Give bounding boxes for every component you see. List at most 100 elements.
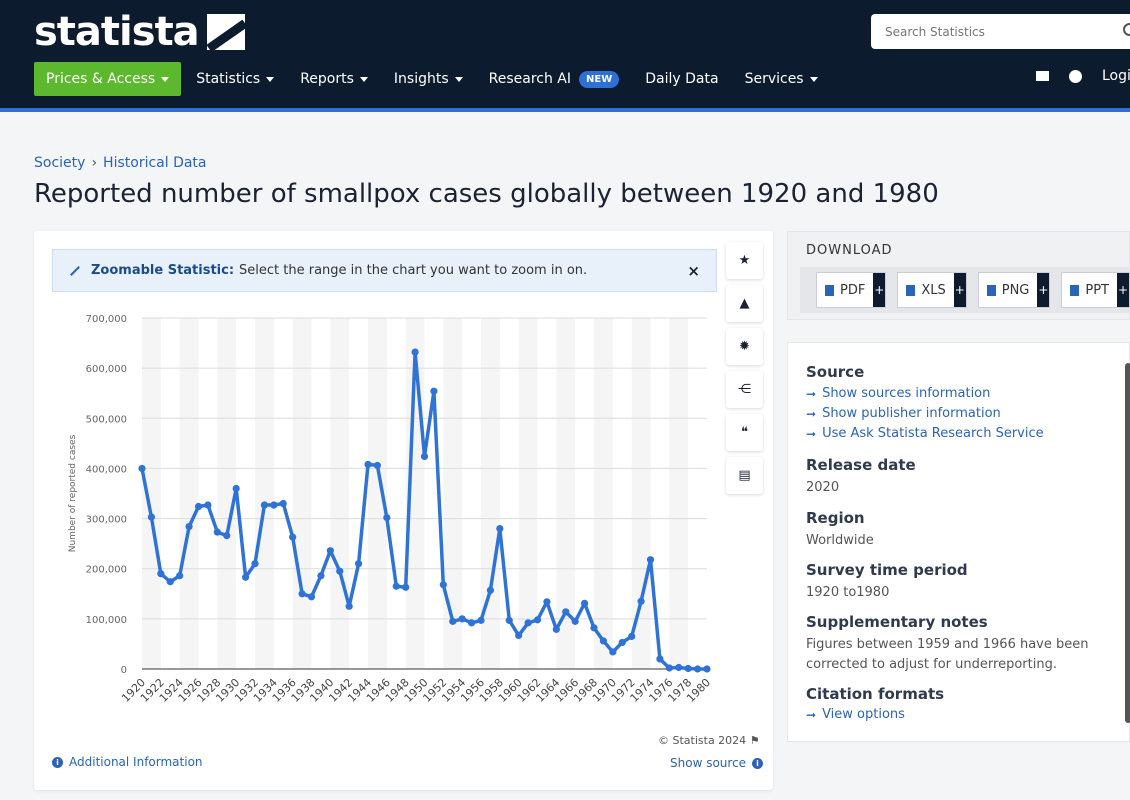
bell-icon[interactable]: ▲ bbox=[726, 285, 763, 322]
download-ppt-button[interactable]: PPT + bbox=[1061, 272, 1130, 308]
download-title: DOWNLOAD bbox=[806, 243, 893, 258]
print-icon[interactable]: ▤ bbox=[726, 457, 763, 494]
nav-label: Insights bbox=[393, 71, 449, 87]
data-point bbox=[533, 616, 542, 624]
nav-label: Prices & Access bbox=[46, 71, 156, 87]
data-point bbox=[496, 525, 504, 533]
flag-icon[interactable]: ⚑ bbox=[750, 734, 760, 747]
zoom-banner-text: Select the range in the chart you want t… bbox=[239, 263, 588, 278]
nav-insights[interactable]: Insights bbox=[381, 62, 476, 96]
grid-band bbox=[217, 318, 237, 669]
scrollbar[interactable] bbox=[1125, 363, 1130, 723]
nav-prices-access[interactable]: Prices & Access bbox=[34, 62, 182, 96]
xls-label: XLS bbox=[921, 282, 946, 298]
plus-icon[interactable]: + bbox=[953, 273, 966, 307]
close-icon[interactable]: × bbox=[687, 262, 700, 280]
nav-research-ai[interactable]: Research AI NEW bbox=[476, 62, 633, 96]
login-link[interactable]: Login bbox=[1102, 68, 1130, 84]
data-point bbox=[693, 665, 702, 673]
chevron-down-icon bbox=[359, 76, 368, 82]
download-xls-button[interactable]: XLS + bbox=[897, 272, 967, 308]
grid-band bbox=[255, 318, 274, 669]
mail-icon[interactable] bbox=[1036, 71, 1049, 81]
y-tick-label: 600,000 bbox=[86, 364, 127, 375]
nav-daily-data[interactable]: Daily Data bbox=[632, 62, 731, 96]
gear-icon[interactable]: ✹ bbox=[726, 328, 763, 365]
additional-information-link[interactable]: i Additional Information bbox=[52, 755, 203, 769]
quote-icon[interactable]: ❝ bbox=[726, 414, 763, 451]
plus-icon[interactable]: + bbox=[1117, 273, 1129, 307]
search-box[interactable] bbox=[871, 14, 1130, 49]
download-png-button[interactable]: PNG + bbox=[977, 272, 1051, 308]
link-label: View options bbox=[822, 707, 905, 722]
data-point bbox=[430, 387, 438, 395]
release-date-title: Release date bbox=[806, 456, 916, 474]
data-point bbox=[185, 522, 193, 531]
grid-band bbox=[518, 318, 538, 669]
data-point bbox=[675, 663, 683, 672]
show-publisher-link[interactable]: ➞ Show publisher information bbox=[806, 406, 1001, 421]
globe-icon[interactable] bbox=[1069, 69, 1082, 83]
data-point bbox=[298, 590, 306, 598]
arrow-right-icon: ➞ bbox=[806, 406, 817, 421]
data-point bbox=[354, 560, 363, 568]
search-input[interactable] bbox=[885, 24, 1115, 39]
nav-statistics[interactable]: Statistics bbox=[183, 62, 287, 96]
data-point bbox=[251, 560, 259, 568]
breadcrumb-society[interactable]: Society bbox=[34, 155, 85, 171]
nav-label: Reports bbox=[300, 71, 354, 87]
new-badge: NEW bbox=[579, 70, 620, 88]
show-sources-link[interactable]: ➞ Show sources information bbox=[806, 386, 990, 401]
additional-info-label: Additional Information bbox=[69, 755, 203, 769]
data-point bbox=[505, 616, 513, 624]
nav-label: Services bbox=[744, 71, 804, 87]
data-point bbox=[562, 608, 570, 616]
arrow-right-icon: ➞ bbox=[806, 386, 817, 401]
logo-text: statista bbox=[34, 9, 200, 55]
ppt-label: PPT bbox=[1085, 282, 1109, 298]
data-point bbox=[317, 572, 325, 580]
zoom-banner: Zoomable Statistic: Select the range in … bbox=[52, 249, 717, 292]
statista-logo[interactable]: statista bbox=[34, 9, 245, 55]
plus-icon[interactable]: + bbox=[1037, 273, 1050, 307]
nav-right: Login bbox=[1036, 68, 1130, 84]
survey-period-value: 1920 to1980 bbox=[806, 585, 890, 600]
logo-mark-icon bbox=[206, 14, 245, 50]
y-tick-label: 0 bbox=[121, 665, 127, 676]
header-divider bbox=[0, 108, 1130, 112]
data-point bbox=[176, 572, 184, 580]
data-point bbox=[157, 570, 165, 578]
expand-icon bbox=[69, 266, 79, 276]
download-pdf-button[interactable]: PDF + bbox=[816, 272, 887, 308]
line-chart[interactable]: 0 100,000 200,000 300,000 400,000 500,000 600,… bbox=[34, 301, 724, 731]
data-point bbox=[289, 533, 297, 541]
citation-formats-title: Citation formats bbox=[806, 685, 945, 703]
data-point bbox=[392, 582, 400, 590]
breadcrumb-historical-data[interactable]: Historical Data bbox=[103, 155, 206, 171]
grid-band bbox=[669, 318, 689, 669]
show-source-link[interactable]: Show source i bbox=[670, 756, 764, 770]
data-point bbox=[609, 648, 617, 656]
y-tick-label: 500,000 bbox=[86, 414, 127, 425]
copyright-text: © Statista 2024 bbox=[658, 734, 747, 747]
search-icon[interactable] bbox=[1123, 23, 1130, 36]
chevron-down-icon bbox=[454, 76, 463, 82]
data-point bbox=[656, 655, 664, 663]
view-options-link[interactable]: ➞ View options bbox=[806, 707, 905, 722]
data-point bbox=[524, 619, 532, 627]
arrow-right-icon: ➞ bbox=[806, 707, 817, 722]
nav-reports[interactable]: Reports bbox=[287, 62, 381, 96]
star-icon[interactable]: ★ bbox=[726, 242, 763, 279]
nav-services[interactable]: Services bbox=[732, 62, 831, 96]
data-point bbox=[411, 348, 419, 356]
share-icon[interactable]: ⋲ bbox=[726, 371, 763, 408]
data-point bbox=[637, 597, 645, 605]
breadcrumb-separator: › bbox=[91, 155, 98, 171]
statistic-info-card: Source ➞ Show sources information ➞ Show p… bbox=[787, 342, 1130, 742]
release-date-value: 2020 bbox=[806, 480, 840, 495]
supplementary-notes-line2: corrected to adjust for underreporting. bbox=[806, 657, 1057, 672]
supplementary-notes-title: Supplementary notes bbox=[806, 613, 988, 631]
ask-statista-link[interactable]: ➞ Use Ask Statista Research Service bbox=[806, 426, 1044, 441]
png-file-icon bbox=[986, 284, 996, 296]
plus-icon[interactable]: + bbox=[873, 273, 886, 307]
